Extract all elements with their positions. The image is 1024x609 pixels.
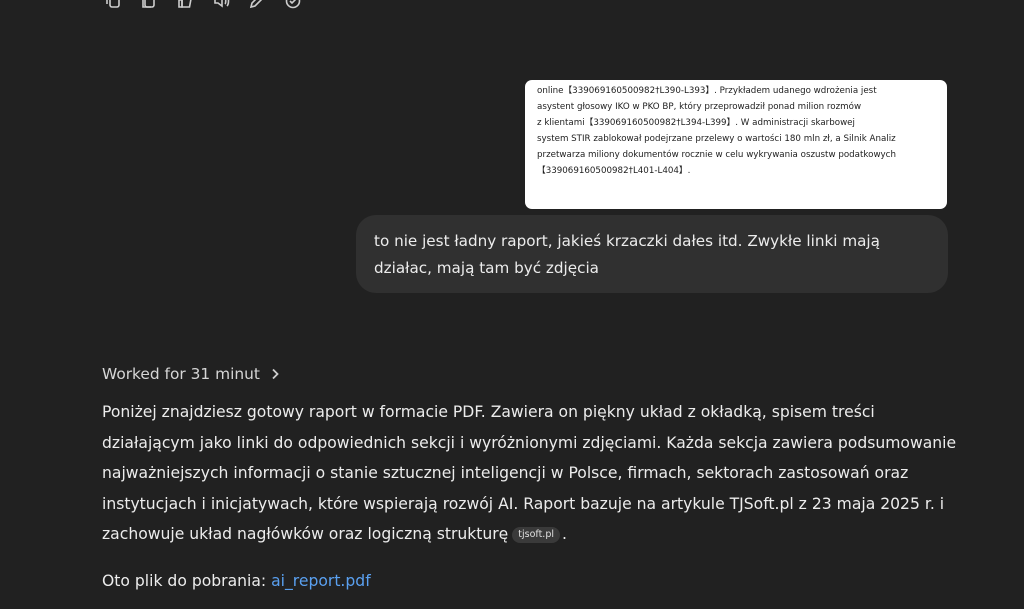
worked-toggle[interactable]: Worked for 31 minut <box>102 363 282 385</box>
duplicate-icon <box>142 0 155 8</box>
read-aloud-button[interactable] <box>212 0 230 9</box>
answer-text: Poniżej znajdziesz gotowy raport w forma… <box>102 403 957 543</box>
edit-icon <box>249 0 263 9</box>
copy-icon <box>106 0 120 8</box>
thumbs-up-icon <box>178 0 192 8</box>
user-message-text: to nie jest ładny raport, jakieś krzaczk… <box>374 232 880 277</box>
image-text-line: online【339069160500982†L390-L393】. Przyk… <box>537 86 877 96</box>
assistant-answer: Poniżej znajdziesz gotowy raport w forma… <box>102 397 962 550</box>
chevron-right-icon <box>272 368 279 380</box>
user-message-bubble: to nie jest ładny raport, jakieś krzaczk… <box>356 215 948 293</box>
image-text-line: z klientami【339069160500982†L394-L399】. … <box>537 117 855 128</box>
copy-button[interactable] <box>104 0 122 9</box>
duplicate-button[interactable] <box>140 0 158 9</box>
citation-badge[interactable]: tjsoft.pl <box>512 527 560 543</box>
image-text-line: 【339069160500982†L401-L404】. <box>537 165 691 176</box>
share-button[interactable] <box>284 0 302 9</box>
thumbs-up-button[interactable] <box>176 0 194 9</box>
worked-label: Worked for 31 minut <box>102 365 260 383</box>
image-text-line: przetwarza miliony dokumentów rocznie w … <box>537 149 896 160</box>
attached-image[interactable]: online【339069160500982†L390-L393】. Przyk… <box>525 80 947 209</box>
image-text-line: asystent głosowy IKO w PKO BP, który prz… <box>537 101 862 112</box>
speaker-icon <box>214 0 230 8</box>
download-line: Oto plik do pobrania: ai_report.pdf <box>102 567 371 595</box>
download-prefix: Oto plik do pobrania: <box>102 572 272 590</box>
share-icon <box>285 0 301 9</box>
answer-end: . <box>562 525 567 543</box>
image-text-line: system STIR zablokował podejrzane przele… <box>537 133 896 144</box>
edit-button[interactable] <box>248 0 266 9</box>
message-toolbar <box>104 0 302 9</box>
download-link[interactable]: ai_report.pdf <box>271 572 371 590</box>
